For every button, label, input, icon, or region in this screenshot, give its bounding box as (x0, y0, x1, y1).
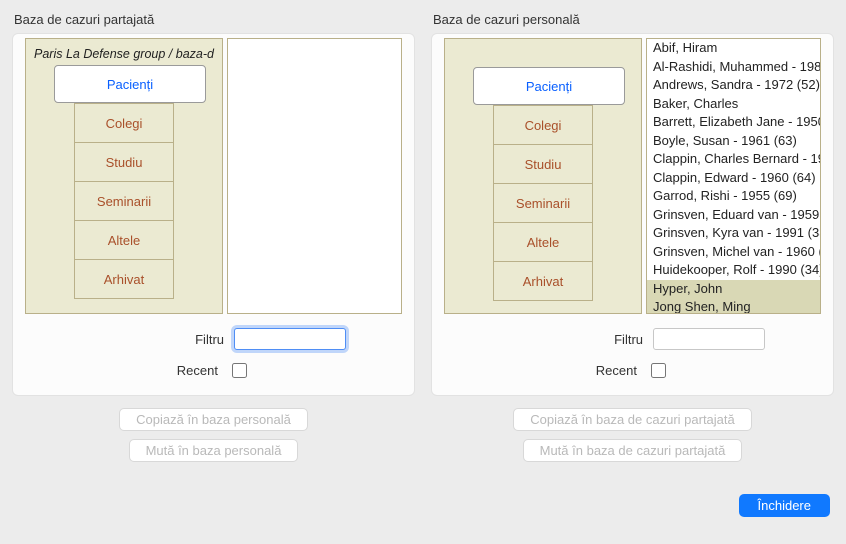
personal-db-title: Baza de cazuri personală (433, 12, 834, 27)
shared-db-title: Baza de cazuri partajată (14, 12, 415, 27)
tab-seminars[interactable]: Seminarii (74, 181, 174, 221)
shared-patient-list[interactable] (227, 38, 402, 314)
list-item[interactable]: Grinsven, Michel van - 1960 (64 (647, 243, 820, 262)
tab-patients-personal[interactable]: Pacienți (473, 67, 625, 105)
tab-study-personal[interactable]: Studiu (493, 144, 593, 184)
copy-to-personal-button[interactable]: Copiază în baza personală (119, 408, 308, 431)
personal-filter-input[interactable] (653, 328, 765, 350)
personal-recent-label: Recent (587, 363, 637, 378)
personal-recent-checkbox[interactable] (651, 363, 666, 378)
tab-archived-personal[interactable]: Arhivat (493, 261, 593, 301)
list-item[interactable]: Clappin, Edward - 1960 (64) (647, 169, 820, 188)
tab-study[interactable]: Studiu (74, 142, 174, 182)
tab-others-personal[interactable]: Altele (493, 222, 593, 262)
personal-tabs: Pacienți Colegi Studiu Seminarii Altele … (444, 38, 642, 314)
close-button[interactable]: Închidere (739, 494, 830, 517)
list-item[interactable]: Boyle, Susan - 1961 (63) (647, 132, 820, 151)
shared-recent-label: Recent (168, 363, 218, 378)
list-item[interactable]: Barrett, Elizabeth Jane - 1950 (7 (647, 113, 820, 132)
list-item[interactable]: Andrews, Sandra - 1972 (52) (647, 76, 820, 95)
tab-patients[interactable]: Pacienți (54, 65, 206, 103)
list-item[interactable]: Huidekooper, Rolf - 1990 (34) (647, 261, 820, 280)
tab-archived[interactable]: Arhivat (74, 259, 174, 299)
list-item[interactable]: Hyper, John (647, 280, 820, 299)
move-to-personal-button[interactable]: Mută în baza personală (129, 439, 299, 462)
list-item[interactable]: Baker, Charles (647, 95, 820, 114)
shared-tabs: Paris La Defense group / baza-d Pacienți… (25, 38, 223, 314)
personal-filter-label: Filtru (593, 332, 643, 347)
shared-recent-checkbox[interactable] (232, 363, 247, 378)
list-item[interactable]: Abif, Hiram (647, 39, 820, 58)
group-path: Paris La Defense group / baza-d (26, 45, 222, 61)
tab-colleagues-personal[interactable]: Colegi (493, 105, 593, 145)
tab-seminars-personal[interactable]: Seminarii (493, 183, 593, 223)
list-item[interactable]: Clappin, Charles Bernard - 1958 (647, 150, 820, 169)
list-item[interactable]: Jong Shen, Ming (647, 298, 820, 313)
tab-others[interactable]: Altele (74, 220, 174, 260)
shared-filter-input[interactable] (234, 328, 346, 350)
list-item[interactable]: Grinsven, Eduard van - 1959 (64 (647, 206, 820, 225)
tab-colleagues[interactable]: Colegi (74, 103, 174, 143)
list-item[interactable]: Al-Rashidi, Muhammed - 1989 ( (647, 58, 820, 77)
move-to-shared-button[interactable]: Mută în baza de cazuri partajată (523, 439, 743, 462)
copy-to-shared-button[interactable]: Copiază în baza de cazuri partajată (513, 408, 752, 431)
list-item[interactable]: Grinsven, Kyra van - 1991 (33) (647, 224, 820, 243)
personal-patient-list[interactable]: Abif, HiramAl-Rashidi, Muhammed - 1989 (… (646, 38, 821, 314)
shared-db-panel: Paris La Defense group / baza-d Pacienți… (12, 33, 415, 396)
shared-filter-label: Filtru (174, 332, 224, 347)
personal-db-panel: Pacienți Colegi Studiu Seminarii Altele … (431, 33, 834, 396)
list-item[interactable]: Garrod, Rishi - 1955 (69) (647, 187, 820, 206)
